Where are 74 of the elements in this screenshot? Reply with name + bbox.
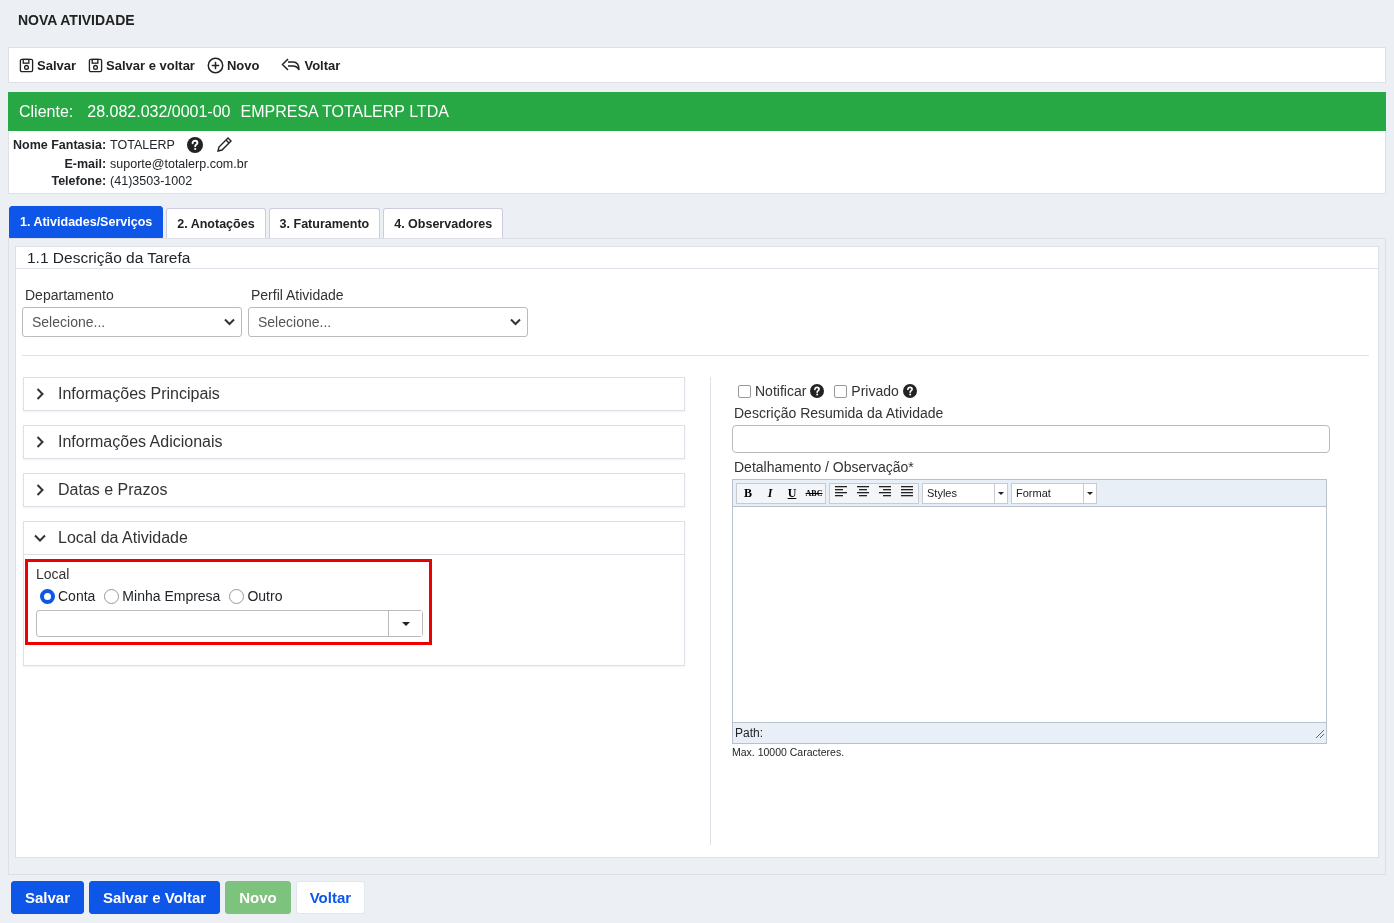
character-limit: Max. 10000 Caracteres. bbox=[732, 745, 846, 758]
radio-option[interactable]: Conta bbox=[40, 588, 96, 604]
radio-button[interactable] bbox=[104, 588, 120, 604]
editor-dropdown[interactable]: Format bbox=[1011, 482, 1097, 504]
select-field[interactable]: Selecione... bbox=[22, 307, 242, 337]
info-label: Telefone: bbox=[50, 174, 108, 188]
path-label: Path: bbox=[735, 726, 764, 740]
client-label: Cliente: bbox=[19, 102, 74, 121]
info-value: TOTALERP bbox=[110, 138, 175, 152]
chevron-down-icon bbox=[224, 318, 235, 326]
chevron-right-icon bbox=[34, 388, 46, 400]
plus-circle-icon bbox=[206, 56, 224, 74]
resize-grip-icon[interactable] bbox=[1315, 728, 1324, 738]
dropdown-button[interactable] bbox=[388, 611, 422, 636]
radio-option[interactable]: Outro bbox=[229, 588, 283, 604]
pencil-icon[interactable] bbox=[214, 136, 233, 154]
tab[interactable]: 1. Atividades/Serviços bbox=[9, 206, 164, 238]
format-button[interactable]: ABC bbox=[803, 483, 825, 503]
help-icon[interactable] bbox=[902, 384, 917, 398]
format-button[interactable]: B bbox=[737, 483, 759, 503]
info-value: suporte@totalerp.com.br bbox=[110, 157, 248, 171]
accordion-header[interactable]: Informações Adicionais bbox=[24, 426, 684, 458]
help-icon[interactable] bbox=[810, 384, 825, 398]
field-label: Local bbox=[36, 566, 71, 582]
reply-arrow-icon bbox=[281, 57, 302, 73]
info-label: Nome Fantasia: bbox=[13, 138, 108, 152]
section-title: 1.1 Descrição da Tarefa bbox=[16, 247, 1378, 269]
caret-down-icon bbox=[401, 621, 410, 626]
input-field[interactable] bbox=[732, 425, 1330, 453]
info-label: E-mail: bbox=[63, 157, 108, 171]
action-button[interactable]: Salvar bbox=[11, 881, 85, 914]
radio-button[interactable] bbox=[40, 588, 55, 604]
tab[interactable]: 2. Anotações bbox=[166, 208, 266, 238]
format-button[interactable]: I bbox=[759, 483, 781, 503]
checkbox[interactable] bbox=[834, 384, 848, 398]
info-value: (41)3503-1002 bbox=[110, 174, 193, 188]
toolbar-button[interactable]: Novo bbox=[206, 56, 260, 74]
toolbar-button[interactable]: Voltar bbox=[281, 57, 341, 73]
action-button[interactable]: Voltar bbox=[295, 881, 366, 914]
checkbox-option[interactable]: Privado bbox=[834, 383, 917, 399]
tab[interactable]: 4. Observadores bbox=[383, 208, 504, 238]
align-center-icon bbox=[857, 485, 869, 497]
checkbox-option[interactable]: Notificar bbox=[738, 383, 825, 399]
chevron-right-icon bbox=[34, 436, 46, 448]
caret-down-icon bbox=[998, 491, 1004, 495]
accordion-header[interactable]: Datas e Prazos bbox=[24, 474, 684, 506]
page-title: NOVA ATIVIDADE bbox=[17, 11, 136, 30]
help-icon[interactable] bbox=[186, 137, 203, 153]
align-right-icon bbox=[879, 485, 891, 497]
caret-down-icon bbox=[1087, 491, 1093, 495]
combo-field[interactable] bbox=[36, 610, 423, 637]
field-label: Perfil Atividade bbox=[250, 287, 345, 303]
field-label: Descrição Resumida da Atividade bbox=[733, 404, 945, 423]
align-left-icon bbox=[835, 485, 847, 497]
radio-button[interactable] bbox=[229, 588, 245, 604]
select-field[interactable]: Selecione... bbox=[248, 307, 528, 337]
toolbar-button[interactable]: Salvar e voltar bbox=[88, 57, 195, 73]
field-label: Detalhamento / Observação* bbox=[733, 458, 915, 477]
format-button[interactable]: U bbox=[781, 483, 803, 503]
chevron-right-icon bbox=[34, 484, 46, 496]
tab[interactable]: 3. Faturamento bbox=[268, 208, 381, 238]
chevron-down-icon bbox=[510, 318, 521, 326]
field-label: Departamento bbox=[24, 287, 115, 303]
accordion-header[interactable]: Informações Principais bbox=[24, 378, 684, 410]
action-button[interactable]: Salvar e Voltar bbox=[89, 881, 221, 914]
checkbox[interactable] bbox=[738, 384, 751, 398]
toolbar-button[interactable]: Salvar bbox=[19, 57, 77, 73]
client-document: 28.082.032/0001-00 bbox=[87, 102, 231, 121]
client-name: EMPRESA TOTALERP LTDA bbox=[240, 102, 449, 121]
radio-option[interactable]: Minha Empresa bbox=[104, 588, 221, 604]
editor-dropdown[interactable]: Styles bbox=[922, 482, 1008, 504]
chevron-down-icon bbox=[34, 532, 46, 544]
accordion-header[interactable]: Local da Atividade bbox=[24, 522, 684, 554]
align-justify-icon bbox=[901, 485, 913, 497]
